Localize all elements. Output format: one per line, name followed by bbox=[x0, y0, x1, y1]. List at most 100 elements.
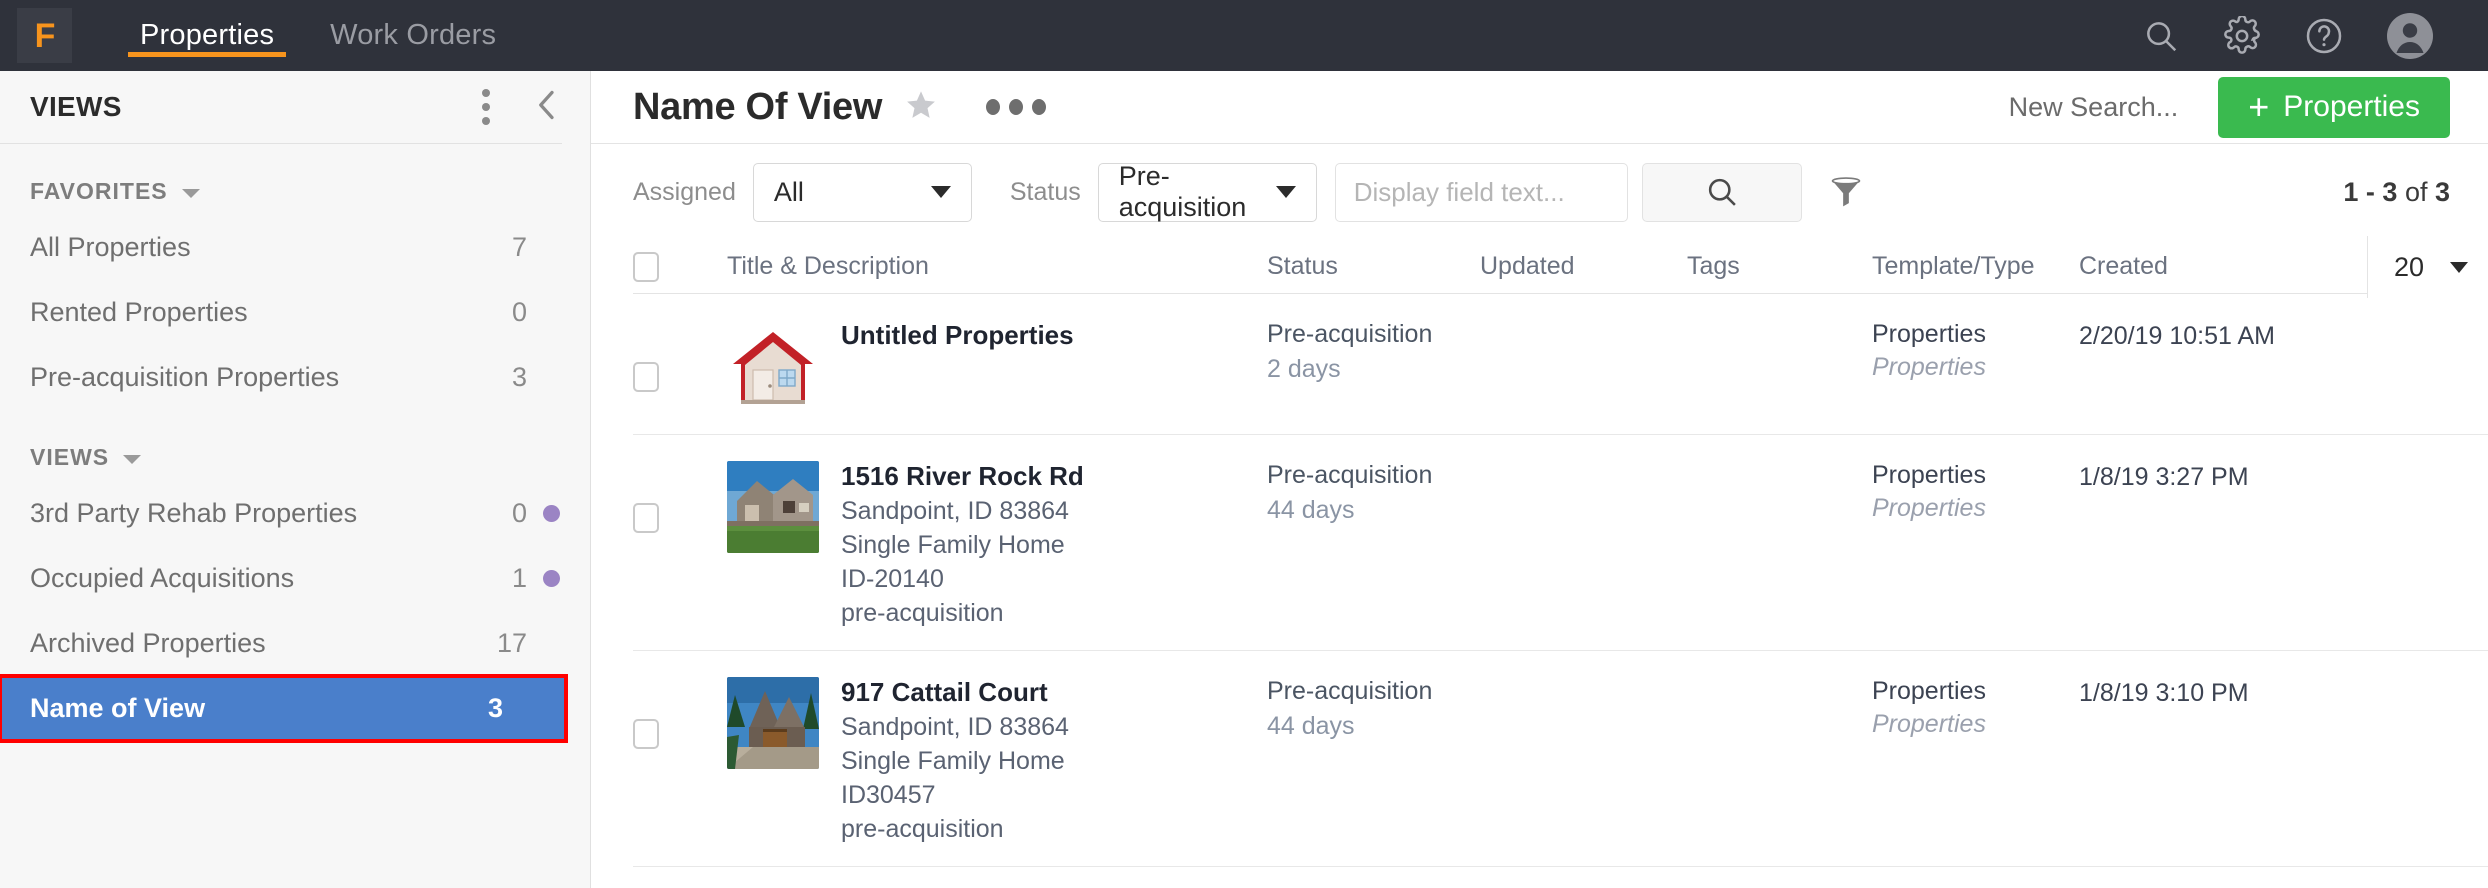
row-subline: Sandpoint, ID 83864 bbox=[841, 497, 1069, 525]
row-subline: Single Family Home bbox=[841, 747, 1065, 775]
row-checkbox[interactable] bbox=[633, 503, 659, 533]
row-template-cell: Properties Properties bbox=[1872, 461, 2079, 523]
sidebar-item-3rd-party-rehab-properties[interactable]: 3rd Party Rehab Properties 0 bbox=[0, 481, 590, 546]
tab-properties[interactable]: Properties bbox=[112, 0, 302, 71]
sidebar-more-options-icon[interactable] bbox=[482, 89, 490, 125]
pagination-of: of bbox=[2397, 176, 2435, 207]
views-sidebar: VIEWS FAVORITES All Properties 7 Rented … bbox=[0, 71, 591, 888]
tab-work-orders-label: Work Orders bbox=[330, 19, 497, 51]
status-filter-select[interactable]: Pre-acquisition bbox=[1097, 161, 1317, 222]
table-row[interactable]: 1516 River Rock Rd Sandpoint, ID 83864 S… bbox=[633, 435, 2488, 651]
row-template-cell: Properties Properties bbox=[1872, 320, 2079, 382]
sidebar-item-count: 0 bbox=[511, 498, 527, 528]
column-header-updated[interactable]: Updated bbox=[1480, 252, 1687, 281]
assigned-filter-label: Assigned bbox=[633, 177, 736, 206]
pagination-range: 1 - 3 bbox=[2343, 176, 2398, 207]
sidebar-header: VIEWS bbox=[0, 71, 562, 144]
tab-work-orders[interactable]: Work Orders bbox=[302, 0, 524, 71]
avatar-icon[interactable] bbox=[2386, 12, 2434, 60]
house-icon-thumbnail bbox=[727, 320, 819, 412]
gear-icon[interactable] bbox=[2222, 15, 2262, 56]
sidebar-item-pre-acquisition-properties[interactable]: Pre-acquisition Properties 3 bbox=[0, 345, 590, 410]
sidebar-item-label: Archived Properties bbox=[30, 628, 266, 658]
column-header-template-type[interactable]: Template/Type bbox=[1872, 252, 2079, 281]
sidebar-title: VIEWS bbox=[30, 91, 122, 122]
row-checkbox[interactable] bbox=[633, 362, 659, 392]
row-title-text: 917 Cattail Court Sandpoint, ID 83864 Si… bbox=[841, 677, 1069, 844]
sidebar-item-count: 3 bbox=[487, 693, 503, 723]
row-created-cell: 2/20/19 10:51 AM bbox=[2079, 322, 2275, 350]
row-type: Properties bbox=[1872, 353, 1986, 381]
app-logo[interactable]: F bbox=[17, 8, 72, 63]
sidebar-item-count: 17 bbox=[496, 628, 527, 658]
filter-funnel-icon[interactable] bbox=[1828, 174, 1864, 210]
row-template: Properties bbox=[1872, 677, 1986, 705]
sidebar-item-archived-properties[interactable]: Archived Properties 17 bbox=[0, 611, 590, 676]
row-title-text: Untitled Properties bbox=[841, 320, 1074, 412]
table-row[interactable]: 917 Cattail Court Sandpoint, ID 83864 Si… bbox=[633, 651, 2488, 867]
add-properties-button[interactable]: + Properties bbox=[2218, 76, 2450, 138]
sidebar-item-label: All Properties bbox=[30, 232, 191, 262]
sidebar-item-all-properties[interactable]: All Properties 7 bbox=[0, 215, 590, 280]
chevron-down-icon bbox=[1275, 186, 1296, 198]
search-button[interactable] bbox=[1641, 162, 1802, 222]
column-header-title[interactable]: Title & Description bbox=[727, 252, 1267, 281]
cabin-photo-thumbnail bbox=[727, 677, 819, 769]
sidebar-collapse-icon[interactable] bbox=[532, 86, 562, 129]
sidebar-item-label: Name of View bbox=[30, 693, 206, 723]
row-select-cell bbox=[633, 461, 727, 533]
sidebar-item-occupied-acquisitions[interactable]: Occupied Acquisitions 1 bbox=[0, 546, 590, 611]
pagination-total: 3 bbox=[2434, 176, 2450, 207]
row-template: Properties bbox=[1872, 461, 1986, 489]
column-header-status[interactable]: Status bbox=[1267, 252, 1480, 281]
row-title[interactable]: 1516 River Rock Rd bbox=[841, 461, 1084, 492]
row-status: Pre-acquisition bbox=[1267, 320, 1433, 348]
rows-per-page-select[interactable]: 20 bbox=[2366, 236, 2488, 298]
column-header-tags[interactable]: Tags bbox=[1687, 252, 1872, 281]
view-header: Name Of View New Search... + Properties bbox=[591, 71, 2488, 144]
favorite-star-icon[interactable] bbox=[904, 88, 938, 127]
search-input[interactable] bbox=[1334, 162, 1628, 222]
sidebar-group-favorites-header[interactable]: FAVORITES bbox=[0, 144, 590, 215]
row-status-age: 44 days bbox=[1267, 496, 1355, 524]
topbar-actions bbox=[2142, 0, 2488, 71]
add-properties-label: Properties bbox=[2283, 90, 2420, 123]
page-title: Name Of View bbox=[633, 85, 883, 128]
row-subline: Single Family Home bbox=[841, 531, 1065, 559]
sidebar-group-views-label: VIEWS bbox=[30, 444, 110, 470]
status-filter-label: Status bbox=[1009, 177, 1081, 206]
chevron-down-icon bbox=[930, 186, 951, 198]
house-photo-thumbnail bbox=[727, 461, 819, 553]
select-all-checkbox[interactable] bbox=[633, 251, 659, 282]
row-checkbox[interactable] bbox=[633, 719, 659, 749]
chevron-down-icon bbox=[123, 454, 142, 464]
row-subline: ID-20140 bbox=[841, 565, 944, 593]
assigned-filter-value: All bbox=[773, 176, 804, 207]
row-status-cell: Pre-acquisition 44 days bbox=[1267, 461, 1480, 525]
row-type: Properties bbox=[1872, 710, 1986, 738]
pagination-summary: 1 - 3 of 3 bbox=[2343, 177, 2450, 208]
new-search-link[interactable]: New Search... bbox=[2009, 92, 2179, 123]
help-icon[interactable] bbox=[2304, 16, 2344, 56]
sidebar-item-rented-properties[interactable]: Rented Properties 0 bbox=[0, 280, 590, 345]
assigned-filter-select[interactable]: All bbox=[752, 162, 972, 222]
row-subline: ID30457 bbox=[841, 781, 936, 809]
row-status-cell: Pre-acquisition 44 days bbox=[1267, 677, 1480, 741]
row-template: Properties bbox=[1872, 320, 1986, 348]
search-icon[interactable] bbox=[2142, 17, 2180, 55]
table-row[interactable]: Untitled Properties Pre-acquisition 2 da… bbox=[633, 294, 2488, 435]
row-type: Properties bbox=[1872, 494, 1986, 522]
sidebar-item-count: 3 bbox=[511, 362, 527, 392]
rows-per-page-value: 20 bbox=[2393, 251, 2424, 282]
sidebar-group-views-header[interactable]: VIEWS bbox=[0, 410, 590, 481]
main-content: Name Of View New Search... + Properties … bbox=[591, 71, 2488, 888]
row-status: Pre-acquisition bbox=[1267, 461, 1433, 489]
row-title[interactable]: 917 Cattail Court bbox=[841, 677, 1069, 708]
row-title[interactable]: Untitled Properties bbox=[841, 320, 1074, 351]
sidebar-item-name-of-view[interactable]: Name of View 3 bbox=[0, 674, 568, 743]
view-more-options-icon[interactable] bbox=[986, 99, 1047, 115]
logo-letter-icon: F bbox=[34, 16, 56, 55]
row-status-cell: Pre-acquisition 2 days bbox=[1267, 320, 1480, 384]
column-header-created[interactable]: Created bbox=[2079, 252, 2279, 281]
sidebar-item-count: 7 bbox=[511, 232, 527, 262]
